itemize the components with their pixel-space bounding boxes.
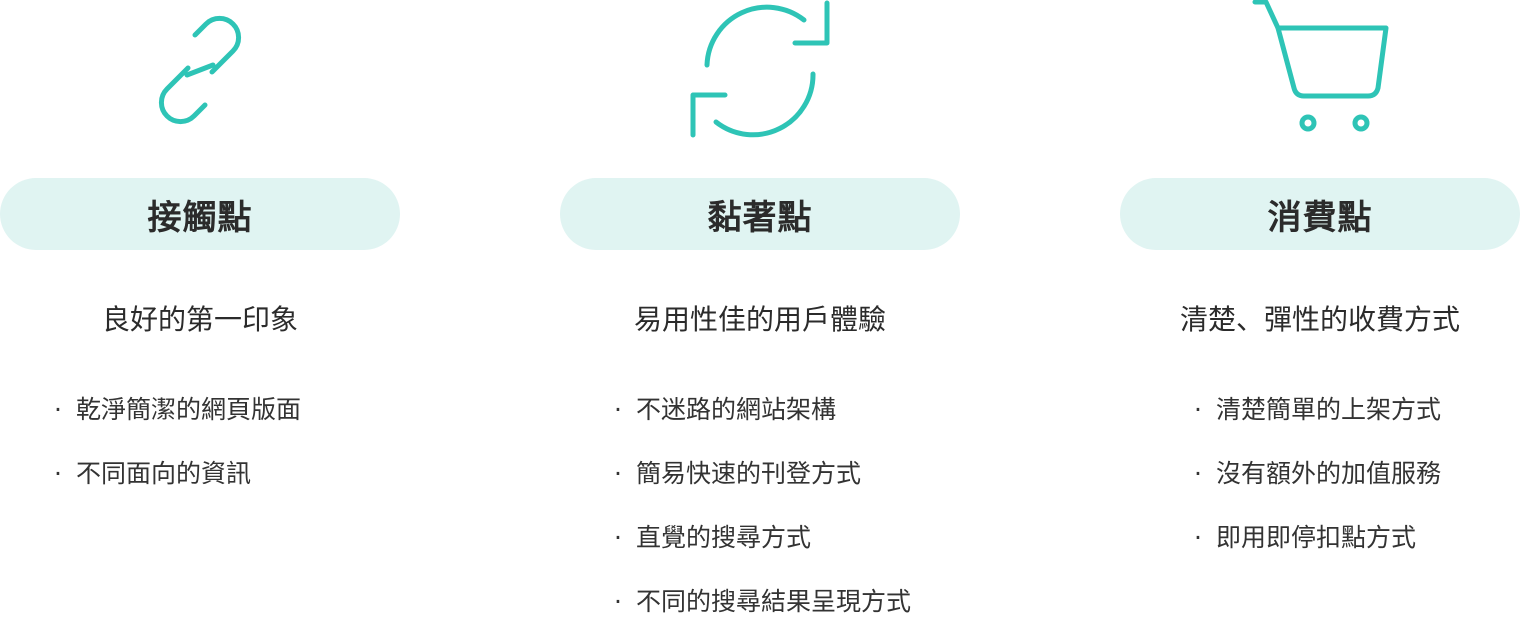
section-subtitle: 良好的第一印象 <box>101 303 298 336</box>
feature-list: · 不迷路的網站架構 · 簡易快速的刊登方式 · 直覺的搜尋方式 · 不同的搜尋結果呈現… <box>614 388 911 644</box>
link-icon <box>130 0 270 140</box>
section-subtitle: 易用性佳的用戶體驗 <box>633 303 886 336</box>
bullet-marker: · <box>614 395 622 424</box>
list-item-text: 簡易快速的刊登方式 <box>636 459 862 488</box>
list-item: · 即用即停扣點方式 <box>1194 516 1441 580</box>
feature-column-sticky-point: 黏著點 易用性佳的用戶體驗 · 不迷路的網站架構 · 簡易快速的刊登方式 · 直覺的搜… <box>560 0 960 616</box>
feature-column-consumption-point: 消費點 清楚、彈性的收費方式 · 清楚簡單的上架方式 · 沒有額外的加值服務 · 即用… <box>1120 0 1520 616</box>
list-item-text: 清楚簡單的上架方式 <box>1216 395 1442 424</box>
refresh-icon <box>690 0 830 140</box>
list-item: · 不迷路的網站架構 <box>614 388 911 452</box>
list-item-text: 直覺的搜尋方式 <box>636 523 812 552</box>
shopping-cart-icon <box>1250 0 1390 140</box>
bullet-marker: · <box>1194 395 1202 424</box>
bullet-marker: · <box>54 459 62 488</box>
bullet-marker: · <box>1194 523 1202 552</box>
section-title-pill: 消費點 <box>1120 178 1520 250</box>
section-title: 黏著點 <box>707 197 813 238</box>
bullet-marker: · <box>1194 459 1202 488</box>
list-item: · 清楚簡單的上架方式 <box>1194 388 1441 452</box>
section-title: 接觸點 <box>147 197 253 238</box>
list-item: · 沒有額外的加值服務 <box>1194 452 1441 516</box>
list-item: · 直覺的搜尋方式 <box>614 516 911 580</box>
list-item: · 簡易快速的刊登方式 <box>614 452 911 516</box>
feature-column-contact-point: 接觸點 良好的第一印象 · 乾淨簡潔的網頁版面 · 不同面向的資訊 <box>0 0 400 616</box>
bullet-marker: · <box>614 459 622 488</box>
feature-list: · 清楚簡單的上架方式 · 沒有額外的加值服務 · 即用即停扣點方式 <box>1194 388 1441 580</box>
section-subtitle: 清楚、彈性的收費方式 <box>1179 303 1460 336</box>
list-item-text: 不同面向的資訊 <box>76 459 252 488</box>
list-item-text: 不迷路的網站架構 <box>636 395 837 424</box>
section-title-pill: 黏著點 <box>560 178 960 250</box>
list-item: · 不同的搜尋結果呈現方式 <box>614 580 911 644</box>
feature-list: · 乾淨簡潔的網頁版面 · 不同面向的資訊 <box>54 388 301 516</box>
bullet-marker: · <box>54 395 62 424</box>
section-title: 消費點 <box>1267 197 1373 238</box>
list-item: · 不同面向的資訊 <box>54 452 301 516</box>
bullet-marker: · <box>614 587 622 616</box>
list-item: · 乾淨簡潔的網頁版面 <box>54 388 301 452</box>
list-item-text: 沒有額外的加值服務 <box>1216 459 1442 488</box>
bullet-marker: · <box>614 523 622 552</box>
list-item-text: 即用即停扣點方式 <box>1216 523 1417 552</box>
list-item-text: 不同的搜尋結果呈現方式 <box>636 587 912 616</box>
list-item-text: 乾淨簡潔的網頁版面 <box>76 395 302 424</box>
section-title-pill: 接觸點 <box>0 178 400 250</box>
